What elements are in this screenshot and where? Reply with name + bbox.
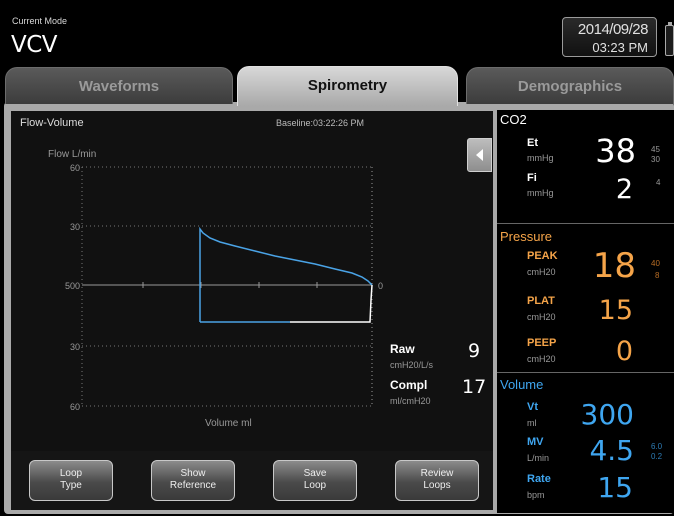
button-label-line1: Save	[303, 468, 327, 479]
button-label-line1: Review	[420, 468, 454, 479]
expiratory-flow-curve	[199, 226, 373, 322]
plat-pressure-value[interactable]: 15	[590, 295, 633, 326]
section-divider	[497, 223, 674, 224]
compl-value: 17	[462, 376, 487, 398]
raw-label: Raw	[390, 342, 415, 356]
grid-lines	[81, 166, 372, 407]
fi-co2-high-limit: 4	[656, 178, 661, 187]
rate-value[interactable]: 15	[590, 471, 633, 504]
tab-spirometry[interactable]: Spirometry	[237, 66, 458, 106]
et-co2-high-limit: 45	[651, 145, 660, 154]
button-label-line2: Type	[60, 480, 82, 491]
mv-unit: L/min	[527, 453, 550, 463]
peak-pressure-low-limit: 8	[655, 271, 660, 280]
button-label-line2: Loops	[423, 480, 451, 491]
vt-unit: ml	[527, 418, 537, 428]
et-co2-value[interactable]: 38	[590, 132, 636, 170]
show-reference-button[interactable]: Show Reference	[151, 460, 235, 501]
peep-unit: cmH20	[527, 354, 556, 364]
rate-unit: bpm	[527, 490, 545, 500]
review-loops-button[interactable]: Review Loops	[395, 460, 479, 501]
button-label-line1: Show	[180, 468, 206, 479]
fi-co2-label: Fi	[527, 172, 537, 184]
peep-label: PEEP	[527, 337, 557, 349]
collapse-panel-button[interactable]	[467, 138, 492, 172]
et-co2-label: Et	[527, 137, 538, 149]
save-loop-button[interactable]: Save Loop	[273, 460, 357, 501]
chevron-left-icon	[476, 149, 483, 161]
peak-pressure-value[interactable]: 18	[590, 246, 636, 286]
section-divider	[497, 372, 674, 373]
button-label-line2: Reference	[169, 480, 217, 491]
rate-label: Rate	[527, 473, 551, 485]
co2-section-title: CO2	[500, 112, 527, 127]
mv-low-limit: 0.2	[651, 452, 663, 461]
button-label-line1: Loop	[59, 468, 83, 479]
peak-pressure-high-limit: 40	[651, 259, 660, 268]
pressure-section-title: Pressure	[500, 229, 553, 244]
et-co2-low-limit: 30	[651, 155, 660, 164]
mv-value[interactable]: 4.5	[580, 434, 634, 467]
button-label-line2: Loop	[303, 480, 327, 491]
vt-label: Vt	[527, 401, 538, 413]
compl-label: Compl	[390, 378, 428, 392]
mv-label: MV	[527, 436, 544, 448]
vt-value[interactable]: 300	[568, 398, 634, 431]
volume-section-title: Volume	[500, 377, 544, 392]
plat-pressure-label: PLAT	[527, 295, 555, 307]
raw-unit: cmH20/L/s	[390, 360, 434, 370]
fi-co2-value[interactable]: 2	[590, 174, 633, 205]
peep-value[interactable]: 0	[590, 336, 633, 367]
peak-pressure-unit: cmH20	[527, 267, 556, 277]
raw-value: 9	[468, 340, 481, 362]
mv-high-limit: 6.0	[651, 442, 663, 451]
inspiratory-return-curve	[290, 284, 373, 323]
fi-co2-unit: mmHg	[527, 188, 554, 198]
compl-unit: ml/cmH20	[390, 396, 431, 406]
loop-type-button[interactable]: Loop Type	[29, 460, 113, 501]
peak-pressure-label: PEAK	[527, 250, 558, 262]
et-co2-unit: mmHg	[527, 153, 554, 163]
plat-pressure-unit: cmH20	[527, 312, 556, 322]
